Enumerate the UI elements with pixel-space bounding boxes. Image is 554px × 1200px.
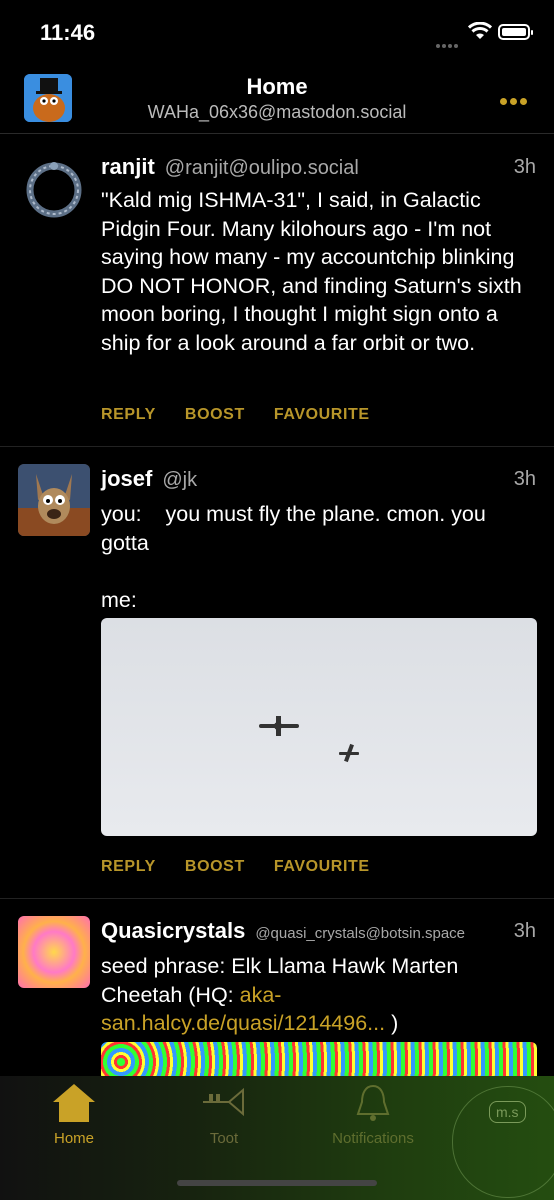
post-content: you: you must fly the plane. cmon. you g… — [101, 502, 486, 612]
author-name: josef — [101, 466, 153, 491]
account-handle: WAHa_06x36@mastodon.social — [147, 102, 407, 122]
status-bar: 11:46 — [0, 0, 554, 64]
nav-bar: Home WAHa_06x36@mastodon.social — [0, 64, 554, 134]
plane-right — [339, 743, 359, 763]
status-time: 11:46 — [40, 20, 96, 45]
home-indicator — [177, 1180, 377, 1186]
author-handle: @ranjit@oulipo.social — [164, 157, 359, 179]
avatar[interactable] — [18, 464, 90, 536]
trumpet-icon — [203, 1087, 244, 1117]
timeline-post[interactable]: Quasicrystals @quasi_crystals@botsin.spac… — [0, 898, 554, 1076]
avatar[interactable] — [18, 152, 90, 224]
media-attachment[interactable] — [101, 618, 537, 836]
reply-button[interactable]: REPLY — [101, 858, 156, 875]
avatar[interactable] — [18, 916, 90, 988]
post-text-suffix: ) — [385, 1011, 399, 1035]
post-time: 3h — [513, 920, 536, 942]
tab-label: Toot — [209, 1130, 239, 1147]
post-author[interactable]: ranjit @ranjit@oulipo.social — [101, 154, 359, 180]
tab-notifications[interactable]: Notifications — [313, 1082, 433, 1147]
signal-icon — [436, 35, 460, 53]
tab-label: Notifications — [332, 1130, 414, 1147]
favourite-button[interactable]: FAVOURITE — [274, 406, 370, 423]
tab-toot[interactable]: Toot — [164, 1082, 284, 1147]
wifi-icon — [467, 21, 493, 45]
post-actions: REPLY BOOST FAVOURITE — [101, 858, 394, 876]
author-handle: @jk — [162, 469, 198, 491]
bell-icon — [356, 1084, 390, 1121]
author-handle: @quasi_crystals@botsin.space — [255, 925, 466, 942]
post-text: seed phrase: Elk Llama Hawk Marten Cheet… — [101, 954, 465, 1007]
mastodon-social-badge[interactable]: m.s — [452, 1086, 554, 1198]
more-options-button[interactable] — [500, 92, 530, 110]
boost-button[interactable]: BOOST — [185, 858, 245, 875]
post-time: 3h — [513, 156, 536, 178]
favourite-button[interactable]: FAVOURITE — [274, 858, 370, 875]
tab-home[interactable]: Home — [14, 1082, 134, 1147]
post-content: "Kald mig ISHMA-31", I said, in Galactic… — [101, 188, 528, 355]
home-icon — [53, 1084, 95, 1122]
author-name: Quasicrystals — [101, 918, 246, 943]
post-content: seed phrase: Elk Llama Hawk Marten Cheet… — [101, 952, 536, 1038]
post-author[interactable]: josef @jk — [101, 466, 197, 492]
media-attachment[interactable] — [101, 1042, 537, 1076]
timeline-post[interactable]: ranjit @ranjit@oulipo.social 3h "Kald mig… — [0, 134, 554, 447]
post-time: 3h — [513, 468, 536, 490]
badge-label: m.s — [489, 1101, 526, 1123]
battery-icon — [498, 24, 533, 40]
boost-button[interactable]: BOOST — [185, 406, 245, 423]
post-actions: REPLY BOOST FAVOURITE — [101, 406, 394, 424]
tab-label: Home — [53, 1130, 94, 1147]
reply-button[interactable]: REPLY — [101, 406, 156, 423]
plane-left — [259, 716, 299, 736]
page-title: Home — [246, 74, 308, 99]
author-name: ranjit — [101, 154, 155, 179]
timeline-post[interactable]: josef @jk 3h you: you must fly the plane.… — [0, 446, 554, 899]
post-author[interactable]: Quasicrystals @quasi_crystals@botsin.spac… — [101, 918, 465, 944]
